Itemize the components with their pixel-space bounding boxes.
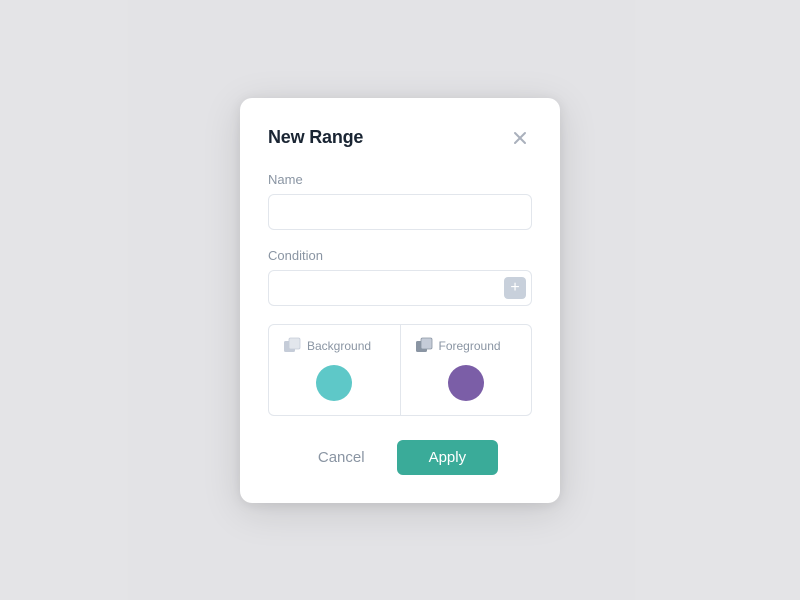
dialog-actions: Cancel Apply — [268, 440, 532, 475]
close-button[interactable] — [508, 126, 532, 150]
foreground-icon — [415, 337, 433, 355]
background-panel-header: Background — [283, 337, 386, 355]
foreground-panel-header: Foreground — [415, 337, 518, 355]
dialog-header: New Range — [268, 126, 532, 150]
condition-field-group: Condition + — [268, 248, 532, 306]
condition-add-button[interactable]: + — [504, 277, 526, 299]
condition-input-wrapper: + — [268, 270, 532, 306]
modal-overlay: New Range Name Condition + — [0, 0, 800, 600]
background-color-swatch[interactable] — [316, 365, 352, 401]
apply-button[interactable]: Apply — [397, 440, 499, 475]
name-label: Name — [268, 172, 532, 187]
foreground-color-swatch[interactable] — [448, 365, 484, 401]
new-range-dialog: New Range Name Condition + — [240, 98, 560, 503]
background-panel: Background — [269, 325, 401, 415]
foreground-panel: Foreground — [401, 325, 532, 415]
name-input[interactable] — [268, 194, 532, 230]
plus-icon: + — [510, 280, 519, 296]
condition-label: Condition — [268, 248, 532, 263]
color-section: Background Foreground — [268, 324, 532, 416]
condition-input[interactable] — [268, 270, 532, 306]
dialog-title: New Range — [268, 127, 363, 148]
name-field-group: Name — [268, 172, 532, 230]
foreground-label: Foreground — [439, 339, 501, 353]
cancel-button[interactable]: Cancel — [302, 441, 381, 474]
background-label: Background — [307, 339, 371, 353]
background-icon — [283, 337, 301, 355]
close-icon — [512, 130, 528, 146]
